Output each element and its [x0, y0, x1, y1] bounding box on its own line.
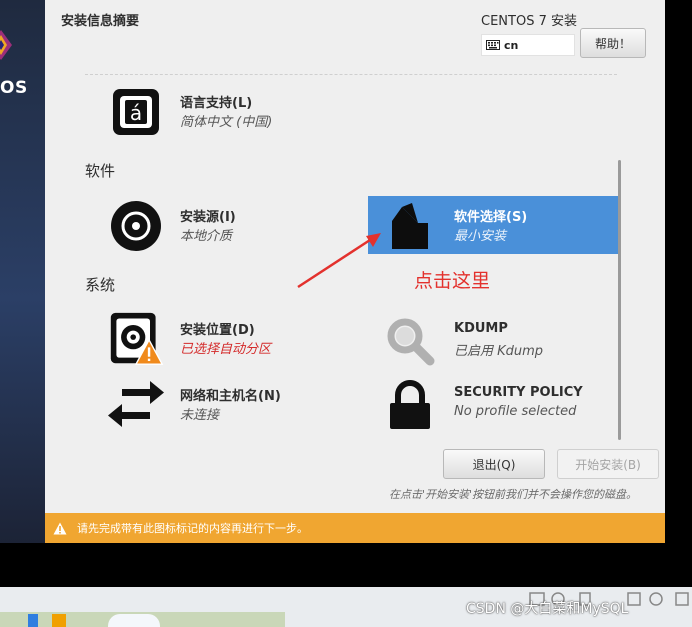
padlock-icon [382, 377, 438, 433]
spoke-title: 安装位置(D) [180, 323, 255, 338]
spoke-status: No profile selected [454, 404, 577, 419]
spoke-status: 本地介质 [180, 229, 233, 244]
warning-text: 请先完成带有此图标标记的内容再进行下一步。 [77, 522, 308, 535]
spokes-scrollbar[interactable] [618, 160, 621, 440]
product-title: CENTOS 7 安装 [481, 14, 577, 29]
category-system: 系统 [85, 276, 116, 294]
spoke-installation-destination[interactable]: 安装位置(D) 已选择自动分区 [108, 311, 358, 369]
spoke-title: 软件选择(S) [454, 210, 528, 225]
warning-bar: 请先完成带有此图标标记的内容再进行下一步。 [45, 513, 665, 543]
installation-summary-panel: 安装信息摘要 CENTOS 7 安装 cn 帮助！ á 语言支持(L) 简体中文… [45, 0, 665, 543]
spoke-status: 已选择自动分区 [180, 342, 272, 357]
app-icon[interactable] [52, 614, 66, 627]
app-icon[interactable] [28, 614, 38, 627]
spoke-title: SECURITY POLICY [454, 385, 583, 400]
keyboard-layout-label: cn [504, 38, 519, 52]
disc-icon [108, 198, 164, 254]
spoke-language-support[interactable]: á 语言支持(L) 简体中文 (中国) [108, 84, 358, 140]
software-selection-highlight[interactable]: 软件选择(S) 最小安装 [368, 196, 621, 254]
spoke-title: 安装源(I) [180, 210, 236, 225]
warning-icon [53, 522, 67, 534]
annotation-label: 点击这里 [414, 270, 491, 292]
installer-sidebar: OS [0, 0, 45, 543]
spoke-status: 最小安装 [454, 229, 507, 244]
page-title: 安装信息摘要 [61, 14, 140, 29]
magnifier-icon [382, 313, 438, 369]
keyboard-icon [486, 40, 500, 50]
quit-button[interactable]: 退出(Q) [443, 449, 545, 479]
spoke-title: KDUMP [454, 321, 508, 336]
language-icon: á [108, 84, 164, 140]
centos-logo-text: OS [0, 78, 28, 98]
svg-text:á: á [130, 101, 142, 125]
spoke-status: 简体中文 (中国) [180, 115, 273, 130]
help-button[interactable]: 帮助！ [580, 28, 646, 58]
disk-notice: 在点击'开始安装'按钮前我们并不会操作您的磁盘。 [389, 488, 638, 501]
package-icon [382, 198, 438, 254]
spoke-installation-source[interactable]: 安装源(I) 本地介质 [108, 198, 348, 254]
keyboard-layout-indicator[interactable]: cn [481, 34, 575, 56]
spoke-title: 语言支持(L) [180, 96, 253, 111]
spoke-software-selection[interactable]: 软件选择(S) 最小安装 [382, 198, 612, 254]
section-divider [85, 74, 617, 75]
spoke-title: 网络和主机名(N) [180, 389, 281, 404]
category-software: 软件 [85, 162, 116, 180]
begin-installation-button[interactable]: 开始安装(B) [557, 449, 659, 479]
app-icon[interactable] [108, 614, 160, 627]
csdn-watermark: CSDN @大白菜和MySQL [466, 601, 629, 617]
spoke-status: 未连接 [180, 408, 220, 423]
spoke-security-policy[interactable]: SECURITY POLICY No profile selected [382, 377, 622, 433]
spoke-status: 已启用 Kdump [454, 344, 544, 359]
spoke-network-hostname[interactable]: 网络和主机名(N) 未连接 [108, 377, 358, 433]
network-arrows-icon [108, 377, 164, 433]
centos-logo-icon [0, 30, 12, 60]
harddisk-warning-icon [108, 311, 164, 367]
spoke-kdump[interactable]: KDUMP 已启用 Kdump [382, 313, 612, 369]
